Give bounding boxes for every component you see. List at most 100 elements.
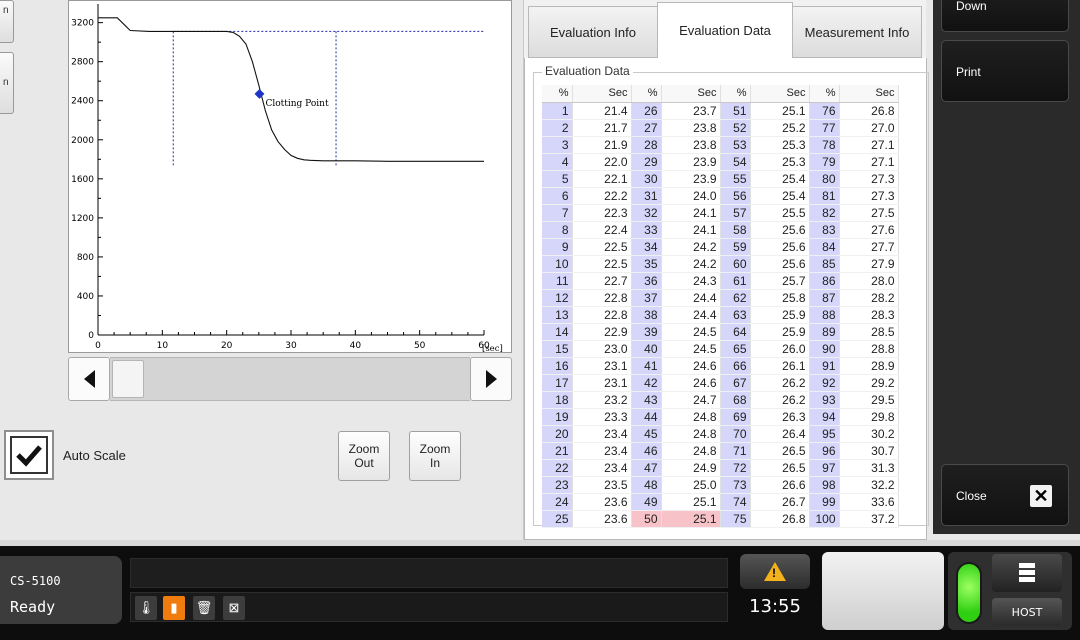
seconds-cell: 25.4 <box>750 170 810 188</box>
table-row: 14 22.9 39 24.5 64 25.9 89 28.5 <box>542 323 899 341</box>
seconds-cell: 23.5 <box>572 476 632 494</box>
table-row: 7 22.3 32 24.1 57 25.5 82 27.5 <box>542 204 899 222</box>
zoom-in-button[interactable]: Zoom In <box>409 431 461 481</box>
percent-cell: 37 <box>631 289 662 307</box>
device-status-box[interactable]: CS-5100 Ready <box>0 556 122 624</box>
table-row: 3 21.9 28 23.8 53 25.3 78 27.1 <box>542 136 899 154</box>
message-bar <box>130 558 728 588</box>
percent-cell: 91 <box>809 357 840 375</box>
seconds-cell: 37.2 <box>839 510 899 528</box>
percent-cell: 34 <box>631 238 662 256</box>
percent-cell: 77 <box>809 119 840 137</box>
cuvette-icon[interactable]: ⊠ <box>223 596 245 620</box>
auto-scale-checkbox[interactable] <box>4 430 54 480</box>
percent-cell: 26 <box>631 102 662 120</box>
zoom-out-button[interactable]: Zoom Out <box>338 431 390 481</box>
status-icon-bar: 🌡 ▮ 🗑 ⊠ <box>130 592 728 622</box>
y-tick-label: 1600 <box>71 175 94 185</box>
seconds-cell: 24.1 <box>661 204 721 222</box>
seconds-cell: 23.7 <box>661 102 721 120</box>
warning-button[interactable]: ! <box>740 554 810 589</box>
seconds-cell: 22.2 <box>572 187 632 205</box>
table-row: 5 22.1 30 23.9 55 25.4 80 27.3 <box>542 170 899 188</box>
seconds-cell: 26.2 <box>750 391 810 409</box>
percent-cell: 49 <box>631 493 662 511</box>
percent-cell: 36 <box>631 272 662 290</box>
table-row: 13 22.8 38 24.4 63 25.9 88 28.3 <box>542 306 899 324</box>
reagent-bottle-icon[interactable]: ▮ <box>163 596 185 620</box>
scroll-left-button[interactable] <box>68 357 110 401</box>
down-button[interactable]: Down <box>941 0 1069 32</box>
percent-cell: 96 <box>809 442 840 460</box>
percent-cell: 13 <box>542 306 573 324</box>
chart-scrollbar[interactable] <box>68 357 512 401</box>
seconds-cell: 24.6 <box>661 357 721 375</box>
scroll-right-button[interactable] <box>470 357 512 401</box>
percent-cell: 71 <box>720 442 751 460</box>
tab-evaluation-data[interactable]: Evaluation Data <box>657 2 793 58</box>
server-button[interactable] <box>992 554 1062 592</box>
percent-cell: 52 <box>720 119 751 137</box>
scroll-thumb[interactable] <box>112 360 144 398</box>
evaluation-panel: Evaluation Info Evaluation Data Measurem… <box>523 0 929 540</box>
table-row: 16 23.1 41 24.6 66 26.1 91 28.9 <box>542 357 899 375</box>
percent-cell: 16 <box>542 357 573 375</box>
percent-cell: 86 <box>809 272 840 290</box>
warning-icon: ! <box>764 562 786 581</box>
percent-cell: 98 <box>809 476 840 494</box>
percent-cell: 62 <box>720 289 751 307</box>
percent-cell: 31 <box>631 187 662 205</box>
percent-cell: 45 <box>631 425 662 443</box>
percent-cell: 90 <box>809 340 840 358</box>
percent-cell: 51 <box>720 102 751 120</box>
percent-cell: 89 <box>809 323 840 341</box>
table-row: 11 22.7 36 24.3 61 25.7 86 28.0 <box>542 272 899 290</box>
print-button[interactable]: Print <box>941 40 1069 102</box>
tab-evaluation-info[interactable]: Evaluation Info <box>528 6 658 58</box>
host-button[interactable]: HOST <box>992 598 1062 626</box>
percent-cell: 47 <box>631 459 662 477</box>
scroll-track[interactable] <box>110 357 470 401</box>
seconds-cell: 26.5 <box>750 442 810 460</box>
column-header: Sec <box>572 85 632 103</box>
x-tick-label: 20 <box>221 341 233 351</box>
seconds-cell: 25.6 <box>750 221 810 239</box>
clotting-curve-chart: 0 400 800 1200 1600 2000 2400 2800 3200 0 10 20 30 40… <box>68 0 512 353</box>
chart-background <box>68 0 512 353</box>
percent-cell: 19 <box>542 408 573 426</box>
clotting-point-label: Clotting Point <box>265 99 328 109</box>
server-icon <box>1019 563 1035 583</box>
seconds-cell: 26.8 <box>839 102 899 120</box>
seconds-cell: 23.2 <box>572 391 632 409</box>
seconds-cell: 22.4 <box>572 221 632 239</box>
seconds-cell: 27.3 <box>839 170 899 188</box>
percent-cell: 12 <box>542 289 573 307</box>
seconds-cell: 22.8 <box>572 289 632 307</box>
close-button[interactable]: Close ✕ <box>941 464 1069 526</box>
thermometer-icon[interactable]: 🌡 <box>135 596 157 620</box>
percent-cell: 4 <box>542 153 573 171</box>
auto-scale-label: Auto Scale <box>63 448 126 463</box>
left-edge-button-2-label: n <box>3 77 9 88</box>
clock: 13:55 <box>749 596 801 617</box>
percent-cell: 29 <box>631 153 662 171</box>
percent-cell: 23 <box>542 476 573 494</box>
waste-bin-icon[interactable]: 🗑 <box>193 596 215 620</box>
left-edge-button-1[interactable]: n <box>0 0 14 43</box>
seconds-cell: 24.4 <box>661 289 721 307</box>
blank-status-button[interactable] <box>822 552 944 630</box>
table-row: 15 23.0 40 24.5 65 26.0 90 28.8 <box>542 340 899 358</box>
percent-cell: 72 <box>720 459 751 477</box>
table-row: 10 22.5 35 24.2 60 25.6 85 27.9 <box>542 255 899 273</box>
seconds-cell: 29.8 <box>839 408 899 426</box>
percent-cell: 1 <box>542 102 573 120</box>
left-edge-button-1-label: n <box>3 5 9 16</box>
y-tick-label: 2800 <box>71 58 94 68</box>
seconds-cell: 23.9 <box>661 170 721 188</box>
percent-cell: 27 <box>631 119 662 137</box>
left-edge-button-2[interactable]: n <box>0 52 14 114</box>
tab-measurement-info[interactable]: Measurement Info <box>792 6 922 58</box>
seconds-cell: 25.1 <box>661 510 721 528</box>
seconds-cell: 22.9 <box>572 323 632 341</box>
seconds-cell: 23.6 <box>572 493 632 511</box>
